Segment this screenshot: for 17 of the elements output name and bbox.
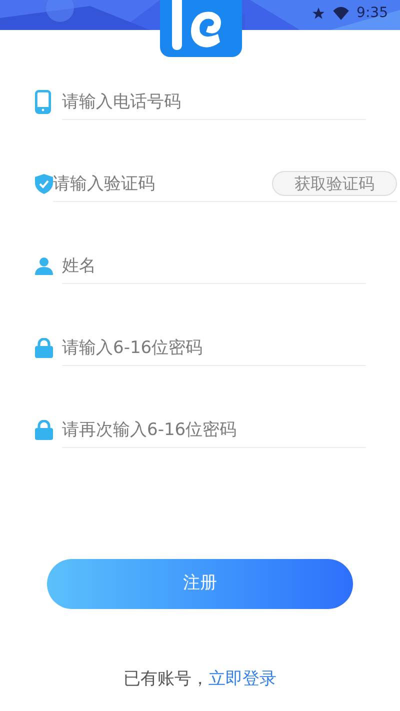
input-field[interactable]: 请输入验证码 (53, 168, 272, 198)
lock-icon (35, 338, 53, 358)
user-icon (35, 257, 53, 275)
wifi-icon (332, 7, 349, 20)
input-field[interactable]: 请再次输入6-16位密码 (62, 414, 366, 444)
register-button[interactable]: 注册 (47, 559, 353, 609)
input-field[interactable]: 请输入6-16位密码 (62, 332, 366, 362)
star-icon (312, 7, 325, 20)
shield-check-icon (35, 174, 53, 194)
phone-icon (35, 90, 51, 114)
input-field[interactable]: 请输入电话号码 (62, 86, 366, 116)
footer-text: 已有账号， (124, 668, 208, 691)
get-code-button[interactable]: 获取验证码 (272, 171, 397, 196)
login-link[interactable]: 立即登录 (208, 667, 276, 692)
input-field[interactable]: 姓名 (62, 250, 366, 280)
status-time: 9:35 (356, 4, 388, 23)
lock-icon (35, 420, 53, 440)
